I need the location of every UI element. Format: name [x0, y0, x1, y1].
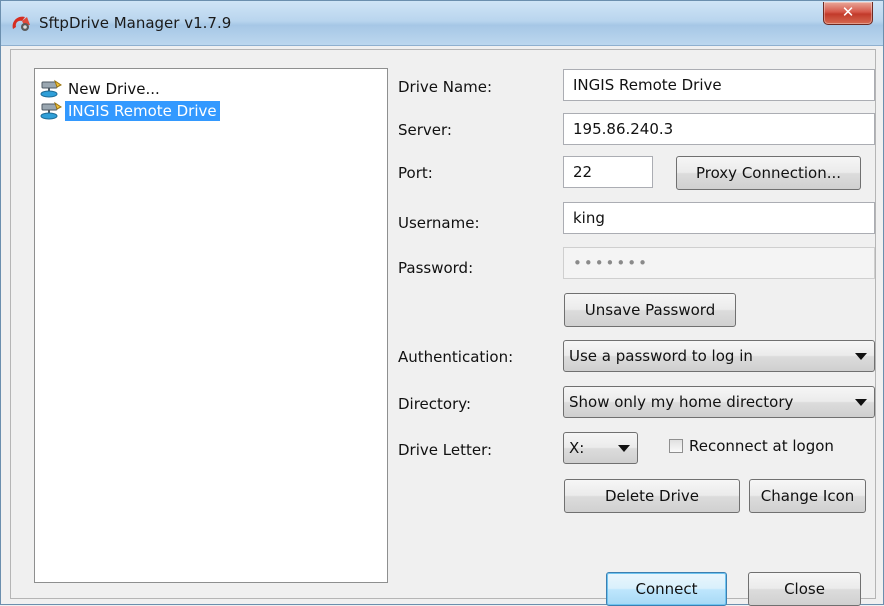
- tree-item-label: INGIS Remote Drive: [65, 101, 220, 121]
- network-drive-icon: [40, 79, 62, 98]
- directory-label: Directory:: [398, 395, 472, 413]
- port-field[interactable]: 22: [563, 156, 653, 188]
- password-label: Password:: [398, 259, 474, 277]
- checkbox-box[interactable]: [669, 439, 683, 453]
- close-button[interactable]: Close: [748, 572, 861, 606]
- drive-name-field[interactable]: INGIS Remote Drive: [563, 69, 875, 101]
- close-icon: ✕: [841, 3, 855, 21]
- authentication-label: Authentication:: [398, 348, 514, 366]
- window-close-button[interactable]: ✕: [823, 2, 873, 25]
- drive-letter-label: Drive Letter:: [398, 441, 493, 459]
- authentication-select[interactable]: Use a password to log in: [563, 340, 875, 372]
- drive-letter-select[interactable]: X:: [563, 432, 638, 464]
- delete-drive-button[interactable]: Delete Drive: [564, 479, 740, 513]
- reconnect-label: Reconnect at logon: [689, 437, 834, 455]
- port-label: Port:: [398, 164, 433, 182]
- tree-item-new-drive[interactable]: New Drive...: [39, 78, 163, 100]
- directory-select[interactable]: Show only my home directory: [563, 386, 875, 418]
- title-bar[interactable]: SftpDrive Manager v1.7.9 ✕: [1, 1, 883, 46]
- chevron-down-icon: [618, 445, 630, 452]
- main-window: SftpDrive Manager v1.7.9 ✕ New Drive... …: [0, 0, 884, 606]
- chevron-down-icon: [855, 353, 867, 360]
- password-field[interactable]: •••••••: [563, 247, 875, 279]
- drive-name-label: Drive Name:: [398, 78, 493, 96]
- tree-item-label: New Drive...: [68, 80, 160, 98]
- unsave-password-button[interactable]: Unsave Password: [564, 293, 736, 327]
- username-label: Username:: [398, 214, 480, 232]
- connect-button[interactable]: Connect: [606, 572, 727, 606]
- drive-tree[interactable]: New Drive... INGIS Remote Drive: [34, 68, 388, 583]
- chevron-down-icon: [855, 399, 867, 406]
- window-title: SftpDrive Manager v1.7.9: [39, 14, 232, 32]
- tree-item-ingis-remote-drive[interactable]: INGIS Remote Drive: [39, 100, 220, 122]
- sftpdrive-app-icon: [12, 16, 30, 31]
- change-icon-button[interactable]: Change Icon: [749, 479, 866, 513]
- reconnect-at-logon-checkbox[interactable]: Reconnect at logon: [669, 435, 834, 457]
- proxy-connection-button[interactable]: Proxy Connection...: [676, 156, 861, 190]
- directory-selected-value: Show only my home directory: [569, 393, 794, 411]
- drive-letter-selected-value: X:: [569, 439, 585, 457]
- server-label: Server:: [398, 121, 452, 139]
- network-drive-icon: [40, 101, 62, 120]
- authentication-selected-value: Use a password to log in: [569, 347, 753, 365]
- server-field[interactable]: 195.86.240.3: [563, 113, 875, 145]
- username-field[interactable]: king: [563, 202, 875, 234]
